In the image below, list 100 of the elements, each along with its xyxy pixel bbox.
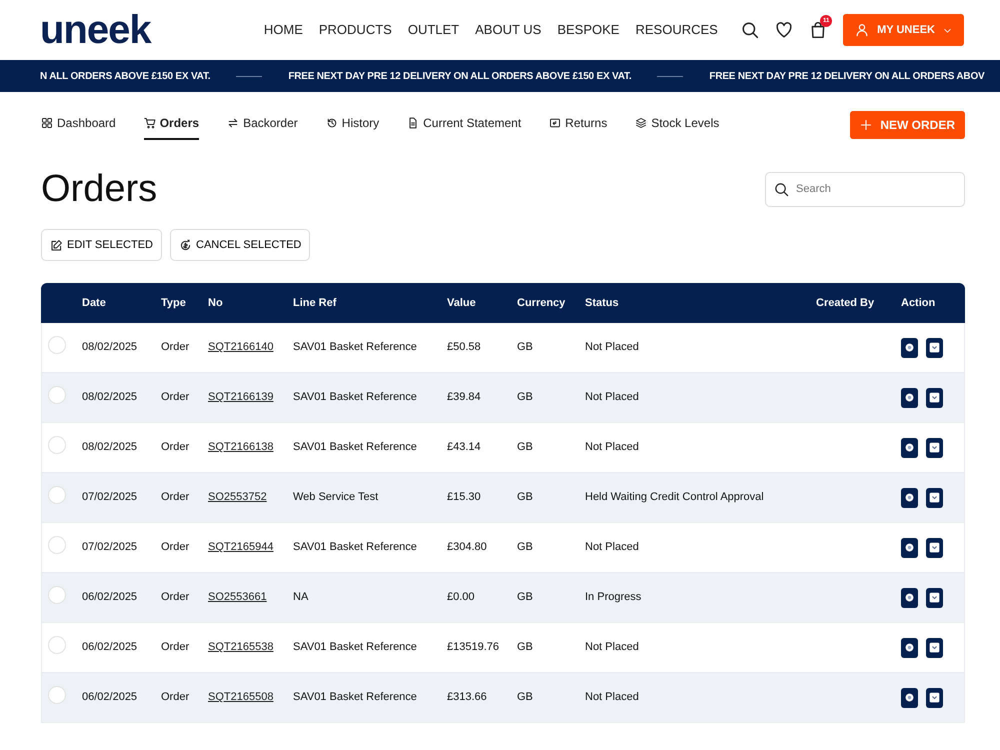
promo-text: FREE NEXT DAY PRE 12 DELIVERY ON ALL ORDERS ABOV: [709, 70, 984, 84]
table-cell: £313.66: [447, 691, 487, 704]
column-header: Action: [900, 283, 965, 323]
table-cell: Order: [161, 391, 190, 404]
row-select-radio[interactable]: [48, 486, 66, 504]
column-header: Created By: [815, 283, 900, 323]
table-cell: Order: [161, 691, 190, 704]
nav-link[interactable]: OUTLET: [408, 20, 460, 40]
row-select-radio[interactable]: [48, 336, 66, 354]
column-header: Date: [81, 283, 160, 323]
table-cell: 06/02/2025: [82, 591, 138, 604]
order-number-link[interactable]: SQT2166140: [208, 341, 274, 354]
view-icon[interactable]: [901, 538, 918, 558]
order-number-link[interactable]: SQT2166139: [208, 391, 274, 404]
search-icon: [774, 182, 789, 196]
table-cell: Not Placed: [585, 541, 639, 554]
page-tab[interactable]: Backorder: [227, 114, 298, 140]
search-field[interactable]: Search: [765, 172, 965, 206]
page-tab[interactable]: Orders: [144, 114, 200, 140]
nav-link[interactable]: PRODUCTS: [318, 20, 392, 40]
page-tab[interactable]: History: [326, 114, 380, 140]
row-select-radio[interactable]: [48, 536, 66, 554]
table-cell: Not Placed: [585, 641, 639, 654]
view-icon[interactable]: [901, 438, 918, 458]
column-header: No: [207, 283, 292, 323]
edit-icon: [50, 238, 63, 252]
expand-icon[interactable]: [926, 438, 943, 458]
table-cell: GB: [517, 641, 533, 654]
table-cell: GB: [517, 591, 533, 604]
order-number-link[interactable]: SO2553752: [208, 491, 267, 504]
table-cell: £15.30: [447, 491, 481, 504]
table-cell: £50.58: [447, 341, 481, 354]
nav-link[interactable]: HOME: [264, 20, 303, 40]
cancel-icon: [179, 238, 192, 252]
view-icon[interactable]: [901, 388, 918, 408]
page-tab[interactable]: Stock Levels: [635, 114, 720, 140]
view-icon[interactable]: [901, 638, 918, 658]
table-cell: 06/02/2025: [82, 641, 138, 654]
table-cell: £43.14: [447, 441, 481, 454]
person-icon: [855, 23, 870, 37]
expand-icon[interactable]: [926, 388, 943, 408]
column-header: Status: [584, 283, 815, 323]
nav-link[interactable]: ABOUT US: [475, 20, 542, 40]
view-icon[interactable]: [901, 588, 918, 608]
expand-icon[interactable]: [926, 538, 943, 558]
table-cell: Order: [161, 441, 190, 454]
search-icon[interactable]: [741, 21, 760, 39]
table-cell: 06/02/2025: [82, 691, 138, 704]
nav-link[interactable]: BESPOKE: [557, 20, 620, 40]
table-cell: Not Placed: [585, 341, 639, 354]
expand-icon[interactable]: [926, 338, 943, 358]
grid-icon: [41, 117, 53, 129]
expand-icon[interactable]: [926, 588, 943, 608]
expand-icon[interactable]: [926, 638, 943, 658]
view-icon[interactable]: [901, 338, 918, 358]
table-cell: £39.84: [447, 391, 481, 404]
logo[interactable]: uneek: [40, 10, 151, 50]
row-select-radio[interactable]: [48, 386, 66, 404]
order-number-link[interactable]: SQT2165944: [208, 541, 274, 554]
page-tab[interactable]: Dashboard: [41, 114, 116, 140]
row-select-radio[interactable]: [48, 436, 66, 454]
heart-icon[interactable]: [775, 21, 794, 39]
table-cell: Order: [161, 491, 190, 504]
table-cell: SAV01 Basket Reference: [293, 641, 417, 654]
table-cell: GB: [517, 491, 533, 504]
layers-icon: [635, 117, 648, 129]
table-cell: SAV01 Basket Reference: [293, 391, 417, 404]
table-cell: £304.80: [447, 541, 487, 554]
order-number-link[interactable]: SQT2166138: [208, 441, 274, 454]
table-cell: Not Placed: [585, 391, 639, 404]
column-header: Currency: [516, 283, 584, 323]
row-select-radio[interactable]: [48, 586, 66, 604]
order-number-link[interactable]: SQT2165508: [208, 691, 274, 704]
table-cell: In Progress: [585, 591, 642, 604]
table-cell: NA: [293, 591, 308, 604]
order-number-link[interactable]: SO2553661: [208, 591, 267, 604]
expand-icon[interactable]: [926, 488, 943, 508]
table-cell: Order: [161, 541, 190, 554]
view-icon[interactable]: [901, 488, 918, 508]
table-cell: Held Waiting Credit Control Approval: [585, 491, 764, 504]
table-cell: Not Placed: [585, 691, 639, 704]
expand-icon[interactable]: [926, 688, 943, 708]
page-tab[interactable]: Returns: [549, 114, 608, 140]
view-icon[interactable]: [901, 688, 918, 708]
nav-link[interactable]: RESOURCES: [635, 20, 718, 40]
action-button[interactable]: CANCEL SELECTED: [170, 229, 310, 261]
column-header: Value: [446, 283, 516, 323]
order-number-link[interactable]: SQT2165538: [208, 641, 274, 654]
table-cell: 07/02/2025: [82, 541, 138, 554]
row-select-radio[interactable]: [48, 636, 66, 654]
promo-text: FREE NEXT DAY PRE 12 DELIVERY ON ALL ORDERS ABOVE £150 EX VAT.: [288, 70, 632, 84]
table-cell: 08/02/2025: [82, 391, 138, 404]
return-icon: [549, 117, 562, 129]
bag-icon[interactable]: [809, 21, 828, 39]
page-tab[interactable]: Current Statement: [407, 114, 522, 140]
swap-icon: [227, 117, 240, 129]
document-icon: [407, 117, 420, 129]
action-button[interactable]: EDIT SELECTED: [41, 229, 162, 261]
row-select-radio[interactable]: [48, 686, 66, 704]
table-cell: GB: [517, 441, 533, 454]
